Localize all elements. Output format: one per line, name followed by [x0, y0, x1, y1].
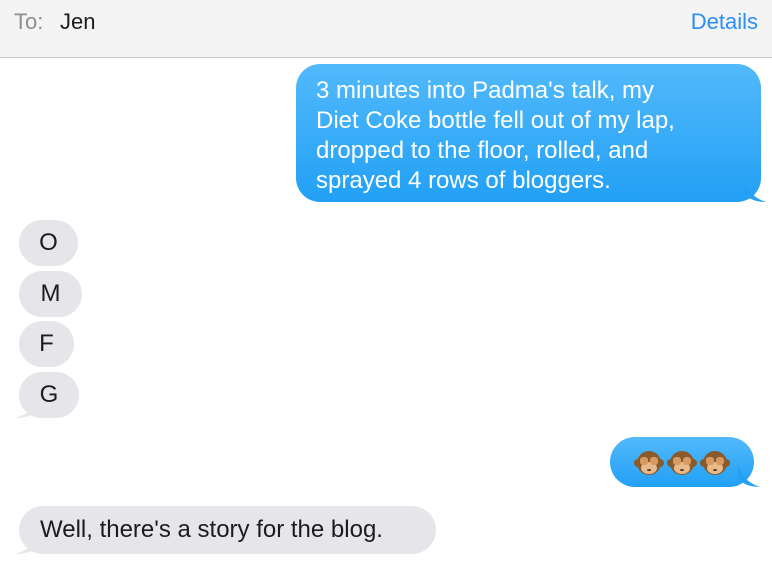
see-no-evil-monkey-icon	[700, 451, 730, 475]
message-line: Diet Coke bottle fell out of my lap,	[316, 107, 675, 134]
received-bubble-tail	[14, 394, 40, 418]
see-no-evil-monkey-icon	[667, 451, 697, 475]
message-text: F	[39, 330, 54, 357]
received-message-bubble[interactable]: Well, there's a story for the blog.	[19, 506, 436, 554]
see-no-evil-monkey-icon	[634, 451, 664, 475]
conversation-header: To: Jen Details	[0, 0, 772, 58]
received-message-bubble[interactable]: O	[19, 220, 78, 266]
message-text: G	[39, 381, 59, 408]
received-bubble-tail	[14, 530, 40, 554]
received-message-bubble[interactable]: M	[19, 271, 82, 317]
sent-emoji-bubble[interactable]	[610, 437, 754, 487]
received-message-bubble[interactable]: F	[19, 321, 74, 367]
message-line: 3 minutes into Padma's talk, my	[316, 77, 655, 104]
recipient-name[interactable]: Jen	[60, 9, 95, 35]
to-label: To:	[14, 9, 44, 34]
details-button[interactable]: Details	[691, 9, 758, 35]
message-line: dropped to the floor, rolled, and	[316, 137, 649, 164]
sent-bubble-tail	[744, 178, 766, 202]
message-text: O	[39, 229, 58, 256]
message-line: sprayed 4 rows of bloggers.	[316, 167, 611, 194]
sent-bubble-tail	[738, 463, 760, 487]
message-text: M	[40, 280, 61, 307]
message-text: Well, there's a story for the blog.	[40, 516, 383, 543]
sent-message-bubble[interactable]: 3 minutes into Padma's talk, my Diet Cok…	[296, 64, 761, 202]
